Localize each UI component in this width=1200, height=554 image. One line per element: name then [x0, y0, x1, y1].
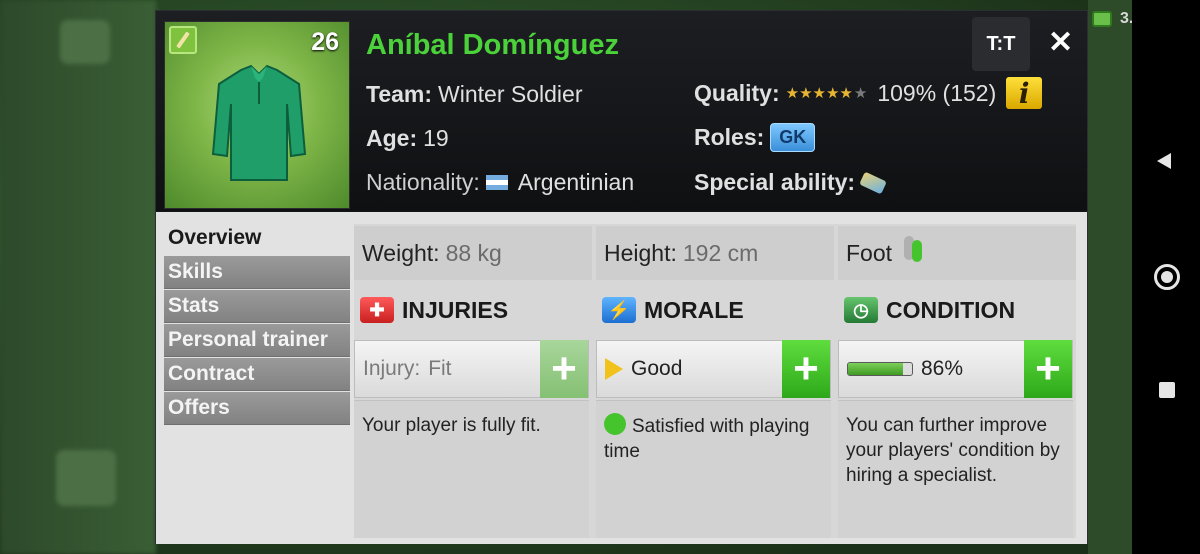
injuries-section: ✚ INJURIES — [360, 290, 595, 330]
tab-list: Overview Skills Stats Personal trainer C… — [164, 222, 350, 426]
roles-field: Roles: GK — [694, 123, 816, 152]
tab-overview[interactable]: Overview — [164, 222, 350, 255]
heal-injury-button[interactable]: + — [540, 340, 588, 398]
condition-status-box: 86% + — [838, 340, 1073, 398]
morale-status-value: Good — [631, 357, 683, 380]
nationality-label: Nationality: — [366, 169, 480, 195]
money-icon — [1092, 11, 1112, 27]
edit-pencil-icon[interactable] — [169, 26, 197, 54]
morale-description-text: Satisfied with playing time — [604, 416, 810, 462]
morale-section: ⚡ MORALE — [602, 290, 837, 330]
argentina-flag-icon — [485, 175, 508, 190]
foot-icon — [904, 236, 923, 270]
weight-label: Weight: — [362, 239, 440, 266]
nationality-field: Nationality: Argentinian — [366, 169, 634, 196]
quality-label: Quality: — [694, 79, 780, 106]
condition-status: 86% — [839, 357, 1024, 381]
morale-title-row: ⚡ MORALE — [602, 290, 837, 330]
morale-title: MORALE — [644, 296, 744, 323]
injury-status: Injury: Fit — [355, 357, 540, 381]
blurred-button — [56, 450, 116, 506]
age-label: Age: — [366, 125, 418, 151]
info-icon[interactable]: i — [1006, 77, 1043, 110]
tab-offers[interactable]: Offers — [164, 392, 350, 425]
player-card: 26 Aníbal Domínguez Team: Winter Soldier… — [155, 10, 1088, 544]
team-label: Team: — [366, 81, 433, 107]
system-home-icon[interactable] — [1154, 264, 1180, 290]
arrow-right-icon — [605, 358, 623, 380]
condition-bar — [847, 362, 913, 376]
condition-title: CONDITION — [886, 296, 1016, 323]
quality-value: 109% (152) — [877, 79, 997, 106]
blurred-badge — [60, 20, 110, 64]
lightning-icon: ⚡ — [602, 297, 636, 323]
condition-status-value: 86% — [921, 357, 964, 380]
improve-condition-button[interactable]: + — [1024, 340, 1072, 398]
weight-value: 88 kg — [445, 239, 502, 266]
injury-status-box: Injury: Fit + — [354, 340, 589, 398]
player-photo: 26 — [164, 21, 350, 209]
special-ability-icon[interactable] — [859, 171, 887, 194]
special-ability-field: Special ability: — [694, 169, 887, 196]
injury-description: Your player is fully fit. — [354, 400, 589, 538]
height-label: Height: — [604, 239, 677, 266]
injury-status-label: Injury: — [363, 357, 421, 380]
boost-morale-button[interactable]: + — [782, 340, 830, 398]
kit-compare-button[interactable]: T:T — [972, 17, 1030, 71]
tab-skills[interactable]: Skills — [164, 256, 350, 289]
team-value: Winter Soldier — [438, 81, 583, 107]
height-metric: Height: 192 cm — [596, 226, 834, 280]
morale-status: Good — [597, 357, 782, 381]
condition-title-row: ◷ CONDITION — [844, 290, 1079, 330]
foot-label: Foot — [846, 239, 893, 266]
physical-metrics: Weight: 88 kg Height: 192 cm Foot — [354, 226, 1076, 280]
system-recents-icon[interactable] — [1159, 382, 1175, 398]
stopwatch-icon: ◷ — [844, 297, 878, 323]
shirt-icon — [211, 64, 307, 181]
quality-field: Quality: ★★★★★ ★ 109% (152) i — [694, 77, 1043, 110]
injuries-title: INJURIES — [402, 296, 509, 323]
team-field: Team: Winter Soldier — [366, 81, 582, 108]
system-back-icon[interactable] — [1157, 153, 1171, 169]
player-number: 26 — [311, 28, 339, 56]
injuries-title-row: ✚ INJURIES — [360, 290, 595, 330]
player-header: 26 Aníbal Domínguez Team: Winter Soldier… — [156, 11, 1087, 211]
player-name: Aníbal Domínguez — [366, 29, 619, 61]
condition-bar-fill — [848, 363, 904, 375]
tab-personal-trainer[interactable]: Personal trainer — [164, 324, 350, 357]
first-aid-icon: ✚ — [360, 297, 394, 323]
height-value: 192 cm — [682, 239, 759, 266]
roles-label: Roles: — [694, 124, 765, 150]
role-badge[interactable]: GK — [770, 123, 816, 152]
background-right-panel — [1088, 0, 1132, 554]
player-details: Overview Skills Stats Personal trainer C… — [156, 212, 1087, 544]
tab-stats[interactable]: Stats — [164, 290, 350, 323]
close-icon[interactable]: ✕ — [1048, 25, 1073, 60]
thumbs-up-icon — [604, 413, 626, 435]
foot-metric: Foot — [838, 226, 1076, 280]
overview-panel: Weight: 88 kg Height: 192 cm Foot ✚ INJU… — [354, 224, 1076, 538]
nationality-value: Argentinian — [517, 169, 635, 195]
morale-description: Satisfied with playing time — [596, 400, 831, 538]
age-field: Age: 19 — [366, 125, 449, 152]
morale-status-box: Good + — [596, 340, 831, 398]
condition-description: You can further improve your players' co… — [838, 400, 1073, 538]
weight-metric: Weight: 88 kg — [354, 226, 592, 280]
quality-stars-icon: ★★★★★ ★ — [785, 85, 868, 102]
condition-section: ◷ CONDITION — [844, 290, 1079, 330]
injury-status-value: Fit — [428, 357, 452, 380]
age-value: 19 — [423, 125, 449, 151]
special-ability-label: Special ability: — [694, 169, 856, 195]
background-left-panel — [0, 0, 156, 554]
tab-contract[interactable]: Contract — [164, 358, 350, 391]
